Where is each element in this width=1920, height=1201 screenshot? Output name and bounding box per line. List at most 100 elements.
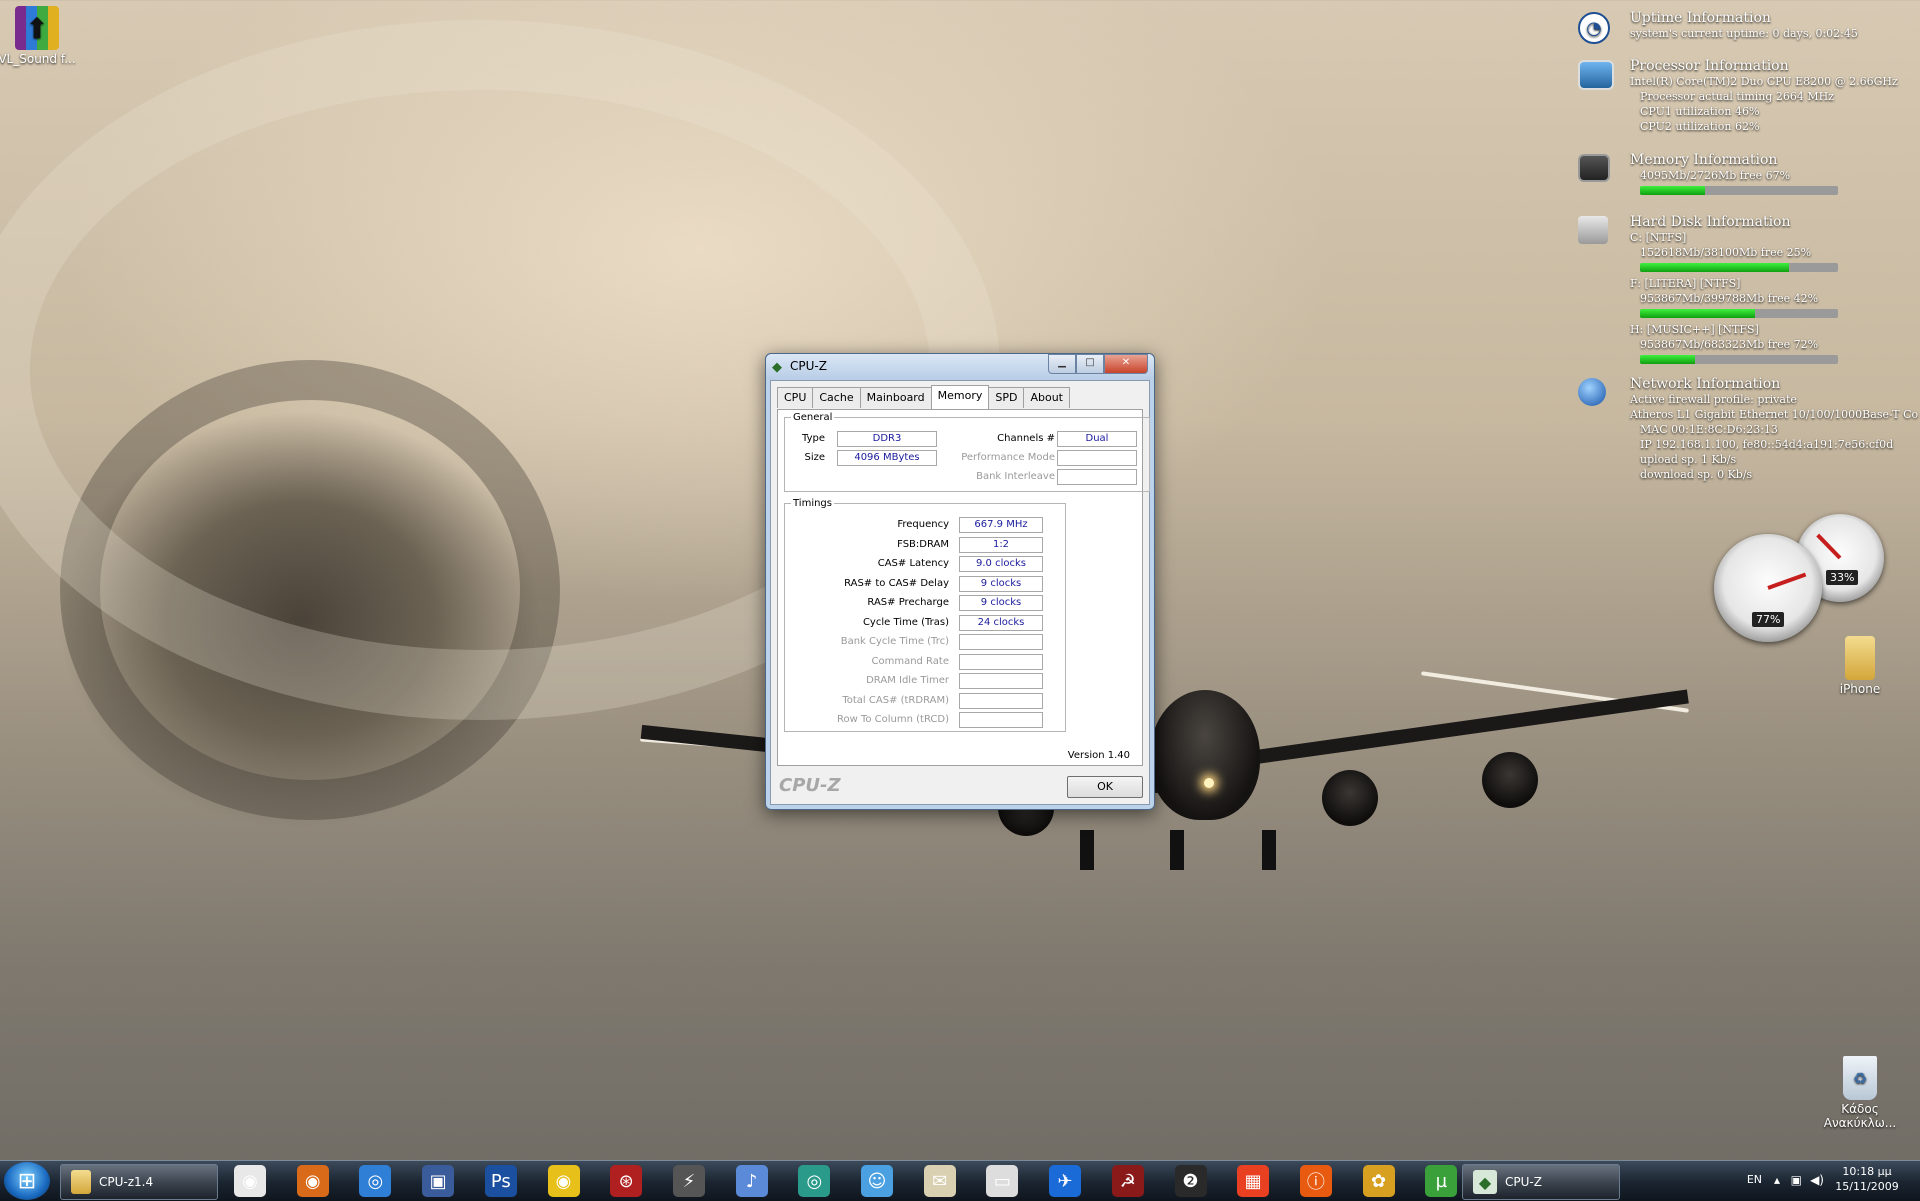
- start-button[interactable]: ⊞: [4, 1162, 50, 1200]
- gear-app-icon[interactable]: ✿: [1362, 1165, 1395, 1197]
- language-indicator[interactable]: EN: [1747, 1173, 1762, 1186]
- plane-wing-right: [1251, 689, 1689, 765]
- system-tray: EN ▴ ▣ ◀) 10:18 μμ 15/11/2009: [1720, 1161, 1920, 1201]
- desktop-icon-iphone[interactable]: iPhone: [1820, 636, 1900, 696]
- firefox-icon[interactable]: ◉: [296, 1165, 329, 1197]
- drive-f-line: 953867Mb/399788Mb free 42%: [1640, 292, 1819, 305]
- size-label: Size: [804, 452, 825, 463]
- network-tray-icon[interactable]: ▣: [1791, 1173, 1802, 1187]
- upload-line: upload sp. 1 Kb/s: [1640, 453, 1737, 466]
- timing-value: 1:2: [959, 536, 1043, 553]
- utorrent-icon[interactable]: µ: [1425, 1165, 1458, 1197]
- steam-icon[interactable]: ❷: [1174, 1165, 1207, 1197]
- volume-icon[interactable]: ◀): [1810, 1173, 1824, 1187]
- timing-value: 24 clocks: [959, 614, 1043, 631]
- minimize-button[interactable]: ▁: [1048, 354, 1076, 374]
- bank-interleave-value: [1057, 469, 1137, 485]
- taskbar: ⊞ CPU-z1.4 ◉ ◉ ◎ ▣ Ps ◉ ⊛ ⚡ ♪ ◎ ☺ ✉ ▭ ✈ ☭ ❷ ▦ ⓘ ✿ µ ◆ CPU-Z…: [0, 1160, 1920, 1201]
- tab-spd[interactable]: SPD: [988, 387, 1025, 408]
- mail-icon[interactable]: ✉: [923, 1165, 956, 1197]
- cpu-timing: Processor actual timing 2664 MHz: [1640, 90, 1835, 103]
- memory-bar: [1640, 186, 1838, 195]
- size-value: 4096 MBytes: [837, 450, 937, 466]
- folder-icon: [71, 1170, 91, 1194]
- memory-gauge-label: 33%: [1826, 570, 1859, 585]
- uptime-title: Uptime Information: [1630, 10, 1771, 26]
- timing-label: Command Rate: [871, 655, 949, 667]
- download-line: download sp. 0 Kb/s: [1640, 468, 1753, 481]
- desktop-icon-label: VL_Sound f...: [0, 52, 76, 66]
- tab-mainboard[interactable]: Mainboard: [859, 387, 932, 408]
- timing-value: [959, 653, 1043, 670]
- computer-icon: [1578, 60, 1614, 90]
- processor-section: Processor Information Intel(R) Core(TM)2…: [1570, 58, 1920, 146]
- disk-section: Hard Disk Information C: [NTFS] 152618Mb…: [1570, 214, 1920, 370]
- mac-line: MAC 00:1E:8C:D6:23:13: [1640, 423, 1778, 436]
- desktop-icon-vl-sound[interactable]: ⬆ VL_Sound f...: [0, 6, 77, 66]
- show-hidden-icons-icon[interactable]: ▴: [1774, 1173, 1780, 1187]
- ip-line: IP 192.168.1.100, fe80::54d4:a191:7e56:c…: [1640, 438, 1894, 451]
- bank-interleave-label: Bank Interleave: [976, 471, 1055, 482]
- taskbar-button-cpuz[interactable]: ◆ CPU-Z: [1462, 1164, 1620, 1200]
- chrome-icon[interactable]: ◉: [234, 1165, 266, 1197]
- cpuz-brand-logo: CPU-Z: [779, 775, 841, 796]
- media-app-icon[interactable]: ⊛: [610, 1165, 643, 1197]
- disc-burner-icon[interactable]: ◉: [547, 1165, 580, 1197]
- taskbar-button-cpuz-folder[interactable]: CPU-z1.4: [60, 1164, 218, 1200]
- memory-bar-fill: [1640, 186, 1706, 195]
- plane-fuselage: [1150, 690, 1260, 820]
- timings-legend: Timings: [793, 498, 832, 509]
- cpuz-icon: ◆: [1473, 1170, 1497, 1194]
- itunes-icon[interactable]: ♪: [735, 1165, 768, 1197]
- memory-section: Memory Information 4095Mb/2726Mb free 67…: [1570, 152, 1920, 208]
- performance-mode-value: [1057, 450, 1137, 466]
- rss-icon[interactable]: ☭: [1111, 1165, 1144, 1197]
- general-legend: General: [793, 412, 833, 423]
- disk-title: Hard Disk Information: [1630, 214, 1791, 230]
- folder-icon: [1845, 636, 1875, 680]
- close-button[interactable]: ✕: [1104, 354, 1148, 374]
- tab-cpu[interactable]: CPU: [777, 387, 814, 408]
- cpu-gauge[interactable]: 77%: [1714, 534, 1822, 642]
- tab-memory[interactable]: Memory: [930, 385, 990, 409]
- uptime-line: system's current uptime: 0 days, 0:02:45: [1630, 27, 1858, 40]
- winamp-icon[interactable]: ⚡: [672, 1165, 705, 1197]
- info-icon[interactable]: ⓘ: [1299, 1165, 1332, 1197]
- cpuz-titlebar[interactable]: ◆ CPU-Z ▁ □ ✕: [766, 354, 1154, 380]
- channels-label: Channels #: [997, 433, 1055, 444]
- drive-h-line: 953867Mb/683323Mb free 72%: [1640, 338, 1819, 351]
- ms-office-icon[interactable]: ▦: [1237, 1165, 1270, 1197]
- timing-label: Cycle Time (Tras): [862, 616, 949, 628]
- messenger-icon[interactable]: ☺: [861, 1165, 893, 1197]
- drive-c-bar: [1640, 263, 1838, 272]
- timing-value: [959, 634, 1043, 650]
- drive-h-bar-fill: [1640, 355, 1696, 364]
- drive-h-name: H: [MUSIC++] [NTFS]: [1630, 323, 1759, 336]
- remote-desktop-icon[interactable]: ▣: [422, 1165, 455, 1197]
- channels-value: Dual: [1057, 431, 1137, 447]
- timing-label: Frequency: [897, 519, 949, 530]
- type-label: Type: [802, 433, 825, 444]
- memory-line: 4095Mb/2726Mb free 67%: [1640, 169, 1791, 182]
- slingbox-icon[interactable]: ▭: [986, 1165, 1019, 1197]
- ok-button[interactable]: OK: [1067, 776, 1143, 798]
- drive-f-bar: [1640, 309, 1838, 318]
- photoshop-icon[interactable]: Ps: [484, 1165, 517, 1197]
- clock[interactable]: 10:18 μμ 15/11/2009: [1832, 1164, 1902, 1194]
- desktop-icon-recycle-bin[interactable]: ♻ Κάδος Ανακύκλω...: [1820, 1056, 1900, 1130]
- safari-icon[interactable]: ◎: [359, 1165, 392, 1197]
- globe-app-icon[interactable]: ◎: [798, 1165, 831, 1197]
- drive-f-bar-fill: [1640, 309, 1755, 318]
- winrar-archive-icon: ⬆: [15, 6, 59, 50]
- plane-landing-gear: [1262, 830, 1276, 870]
- tab-cache[interactable]: Cache: [812, 387, 861, 408]
- timing-label: RAS# Precharge: [867, 597, 949, 608]
- timing-label: DRAM Idle Timer: [866, 675, 949, 686]
- maximize-button[interactable]: □: [1076, 354, 1104, 374]
- desktop-icon-label: iPhone: [1839, 682, 1881, 696]
- tab-about[interactable]: About: [1023, 387, 1070, 408]
- memory-gauge-needle: [1816, 533, 1842, 560]
- plane-engine: [1322, 770, 1378, 826]
- drive-c-bar-fill: [1640, 263, 1789, 272]
- plane-app-icon[interactable]: ✈: [1049, 1165, 1082, 1197]
